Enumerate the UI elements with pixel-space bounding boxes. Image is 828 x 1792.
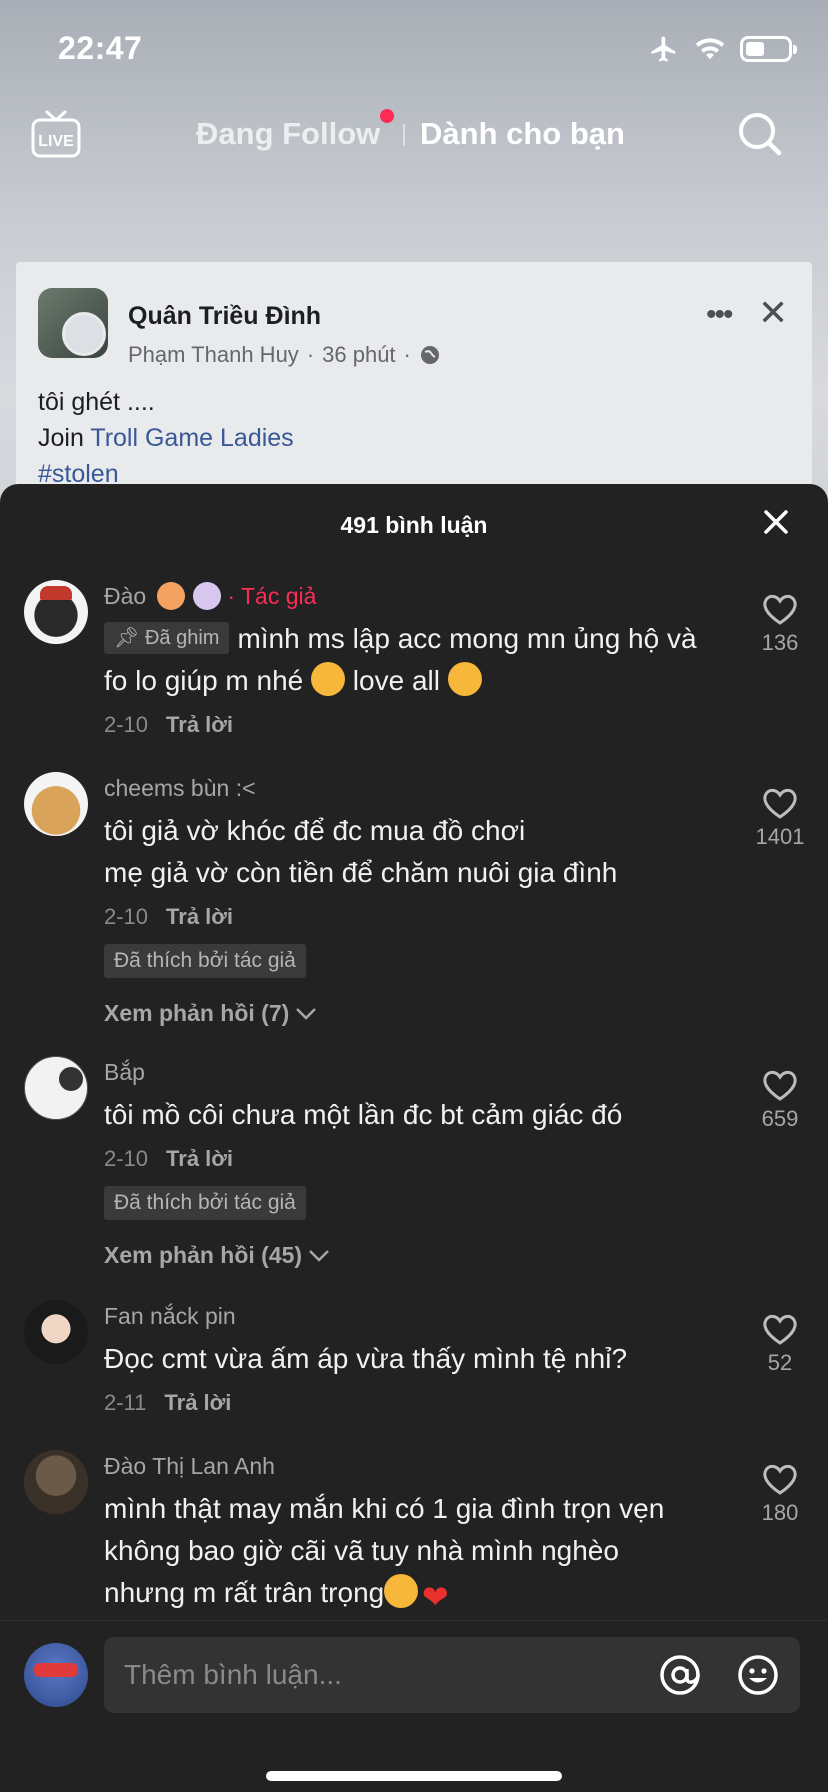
like-count: 136	[761, 630, 799, 655]
emoji-picker-icon[interactable]	[736, 1653, 780, 1697]
post-join-line: Join Troll Game Ladies	[38, 424, 294, 452]
comment-date: 2-11	[104, 1390, 147, 1415]
author-tag: · Tác giả	[227, 583, 317, 609]
chevron-down-icon	[309, 1249, 329, 1262]
comment-date: 2-10	[104, 1146, 149, 1171]
comments-count-title: 491 bình luận	[340, 512, 488, 538]
search-icon[interactable]	[735, 109, 785, 159]
my-avatar	[24, 1643, 88, 1707]
live-icon[interactable]: LIVE	[30, 110, 82, 160]
avatar[interactable]	[24, 1056, 88, 1120]
wifi-icon	[695, 38, 725, 60]
clock: 22:47	[58, 30, 143, 66]
avatar[interactable]	[24, 1300, 88, 1364]
group-link: Troll Game Ladies	[90, 424, 294, 452]
comment-input[interactable]: Thêm bình luận...	[104, 1637, 800, 1713]
comment-body: cheems bùn :< tôi giả vờ khóc để đc mua …	[104, 772, 704, 1027]
airplane-icon	[651, 36, 676, 62]
status-bar: 22:47	[0, 0, 828, 100]
comment-username[interactable]: Đào Thị Lan Anh	[104, 1450, 704, 1482]
pin-icon: 📌︎	[114, 627, 145, 649]
status-icons	[648, 34, 797, 64]
like-button[interactable]: 180	[740, 1462, 820, 1526]
comment-body: Đào · Tác giả 📌︎ Đã ghim mình ms lập acc …	[104, 580, 704, 738]
comment-text: Đọc cmt vừa ấm áp vừa thấy mình tệ nhỉ?	[104, 1343, 628, 1374]
battery-icon	[740, 36, 797, 62]
comment-date: 2-10	[104, 904, 149, 929]
globe-icon	[420, 346, 439, 364]
avatar[interactable]	[24, 772, 88, 836]
live-label: LIVE	[38, 133, 74, 150]
user-avatar	[62, 312, 106, 356]
comment-input-bar: Thêm bình luận...	[0, 1620, 828, 1792]
comment-text: tôi mồ côi chưa một lần đc bt cảm giác đ…	[104, 1099, 623, 1130]
unicorn-emoji	[192, 582, 221, 610]
pinned-badge: 📌︎ Đã ghim	[104, 622, 230, 654]
reply-button[interactable]: Trả lời	[166, 712, 233, 738]
heart-icon	[763, 1314, 797, 1345]
comment-text: mình thật may mắn khi có 1 gia đình trọn…	[104, 1493, 665, 1615]
comment-username[interactable]: Đào · Tác giả	[104, 580, 704, 612]
comment-meta: 2-10 Trả lời	[104, 904, 704, 930]
comment-username[interactable]: Fan nắck pin	[104, 1300, 704, 1332]
smiling-hearts-emoji	[311, 662, 346, 696]
comments-sheet: 491 bình luận Đào · Tác giả 📌︎ Đã ghim mì…	[0, 484, 828, 1792]
peach-emoji	[156, 582, 185, 610]
tab-following[interactable]: Đang Follow	[196, 116, 380, 152]
like-button[interactable]: 1401	[740, 786, 820, 850]
like-count: 659	[761, 1106, 799, 1131]
smiling-hearts-emoji	[384, 1574, 419, 1608]
heart-icon	[763, 788, 797, 819]
comment-date: 2-10	[104, 712, 149, 737]
liked-by-author-badge: Đã thích bởi tác giả	[104, 1186, 306, 1220]
close-icon: ✕	[758, 292, 789, 333]
post-subline: Phạm Thanh Huy · 36 phút ·	[128, 342, 441, 368]
top-nav: LIVE Đang Follow Dành cho bạn	[0, 100, 828, 180]
notification-dot	[380, 109, 394, 123]
tab-for-you[interactable]: Dành cho bạn	[420, 116, 625, 152]
reply-button[interactable]: Trả lời	[164, 1390, 231, 1416]
comment-username[interactable]: Bắp	[104, 1056, 704, 1088]
comment-body: Bắp tôi mồ côi chưa một lần đc bt cảm gi…	[104, 1056, 704, 1269]
like-button[interactable]: 52	[740, 1312, 820, 1376]
comment-text: 📌︎ Đã ghim mình ms lập acc mong mn ủng hộ…	[104, 622, 697, 696]
heart-icon	[763, 594, 797, 625]
avatar[interactable]	[24, 1450, 88, 1514]
comment-meta: 2-11 Trả lời	[104, 1390, 704, 1416]
post-group-name: Quân Triều Đình	[128, 302, 322, 330]
liked-by-author-badge: Đã thích bởi tác giả	[104, 944, 306, 978]
comment-meta: 2-10 Trả lời	[104, 712, 704, 738]
view-replies-button[interactable]: Xem phản hồi (45)	[104, 1242, 704, 1269]
comment-meta: 2-10 Trả lời	[104, 1146, 704, 1172]
more-icon: •••	[706, 298, 733, 331]
comment-text: tôi giả vờ khóc để đc mua đồ chơi mẹ giả…	[104, 815, 618, 888]
heart-icon	[763, 1464, 797, 1495]
like-button[interactable]: 659	[740, 1068, 820, 1132]
reply-button[interactable]: Trả lời	[166, 904, 233, 930]
heart-icon	[763, 1070, 797, 1101]
smiling-hearts-emoji	[447, 662, 482, 696]
mention-icon[interactable]	[658, 1653, 702, 1697]
comment-body: Đào Thị Lan Anh mình thật may mắn khi có…	[104, 1450, 704, 1614]
comment-body: Fan nắck pin Đọc cmt vừa ấm áp vừa thấy …	[104, 1300, 704, 1416]
red-heart-emoji: ❤	[421, 1579, 449, 1615]
comment-username[interactable]: cheems bùn :<	[104, 772, 704, 804]
post-text: tôi ghét ....	[38, 388, 155, 416]
view-replies-button[interactable]: Xem phản hồi (7)	[104, 1000, 704, 1027]
like-count: 52	[767, 1350, 793, 1375]
chevron-down-icon	[296, 1007, 317, 1020]
video-post-card: Quân Triều Đình Phạm Thanh Huy · 36 phút…	[16, 262, 812, 512]
close-comments-button[interactable]	[758, 504, 794, 540]
reply-button[interactable]: Trả lời	[166, 1146, 233, 1172]
like-count: 180	[761, 1500, 799, 1525]
like-button[interactable]: 136	[740, 592, 820, 656]
tab-divider	[403, 124, 405, 146]
home-indicator	[266, 1771, 562, 1781]
post-author: Phạm Thanh Huy	[128, 342, 299, 367]
avatar[interactable]	[24, 580, 88, 644]
like-count: 1401	[755, 824, 805, 849]
comment-input-placeholder: Thêm bình luận...	[124, 1659, 342, 1690]
post-time: 36 phút	[322, 342, 396, 367]
